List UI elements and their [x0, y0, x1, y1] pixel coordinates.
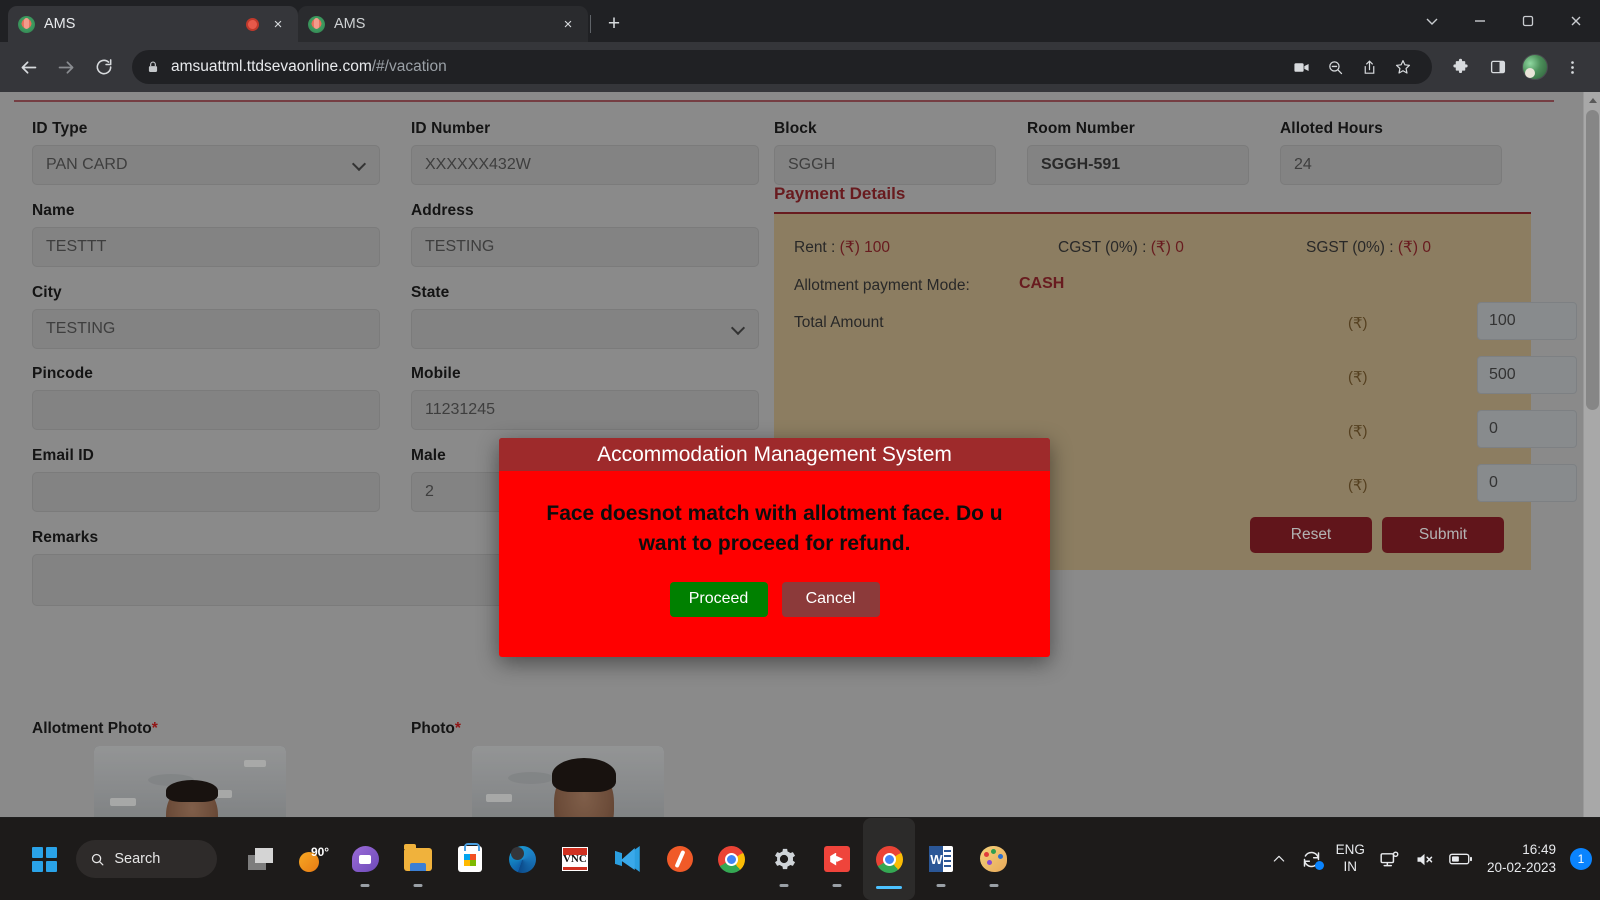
- ams-favicon: [18, 15, 35, 33]
- search-label: Search: [114, 851, 161, 867]
- tab-strip: AMS × AMS × +: [0, 0, 1600, 42]
- share-icon[interactable]: [1354, 52, 1384, 82]
- maximize-icon[interactable]: [1504, 0, 1552, 42]
- chrome-active-button[interactable]: [862, 818, 916, 900]
- url-path: /#/vacation: [371, 58, 447, 75]
- tab-close-icon[interactable]: ×: [268, 14, 288, 34]
- file-explorer-button[interactable]: [392, 818, 444, 900]
- system-tray: ENG IN 16:49 20-02-2023 1: [1271, 818, 1592, 900]
- dialog-actions: Proceed Cancel: [499, 581, 1050, 617]
- cancel-button[interactable]: Cancel: [781, 581, 880, 617]
- onedrive-sync-icon[interactable]: [1301, 849, 1324, 870]
- edge-icon: [509, 845, 537, 873]
- clock-date: 20-02-2023: [1486, 860, 1556, 875]
- opera-button[interactable]: [653, 818, 705, 900]
- edge-button[interactable]: [496, 818, 548, 900]
- tab-separator: [590, 15, 591, 33]
- tab-search-chevron-icon[interactable]: [1408, 0, 1456, 42]
- forward-icon[interactable]: [48, 49, 84, 85]
- opera-icon: [666, 846, 693, 872]
- browser-toolbar: amsuattml.ttdsevaonline.com/#/vacation: [0, 42, 1600, 92]
- close-icon[interactable]: [1552, 0, 1600, 42]
- language-line-1: ENG: [1335, 842, 1365, 858]
- zoom-out-icon[interactable]: [1320, 52, 1350, 82]
- weather-widget[interactable]: 90°: [287, 818, 339, 900]
- taskbar-items: Search 90° VNC: [0, 818, 1020, 900]
- browser-tab-2[interactable]: AMS ×: [298, 6, 588, 42]
- network-icon[interactable]: [1379, 849, 1400, 870]
- weather-icon: 90°: [299, 845, 330, 872]
- extensions-puzzle-icon[interactable]: [1442, 49, 1478, 85]
- bookmark-star-icon[interactable]: [1388, 52, 1418, 82]
- anydesk-icon: [823, 846, 850, 872]
- new-tab-button[interactable]: +: [599, 9, 629, 39]
- profile-avatar[interactable]: [1522, 54, 1548, 80]
- file-explorer-icon: [403, 843, 432, 871]
- paint-button[interactable]: [968, 818, 1020, 900]
- task-view-button[interactable]: [235, 818, 287, 900]
- window-controls: [1408, 0, 1600, 42]
- word-icon: [929, 846, 954, 872]
- language-line-2: IN: [1343, 859, 1358, 874]
- tab-recording-indicator-icon: [246, 17, 259, 31]
- task-view-icon: [247, 848, 274, 870]
- anydesk-button[interactable]: [811, 818, 863, 900]
- url-text: amsuattml.ttdsevaonline.com/#/vacation: [171, 58, 447, 76]
- reload-icon[interactable]: [86, 49, 122, 85]
- proceed-button[interactable]: Proceed: [669, 581, 768, 617]
- omnibox-actions: [1286, 52, 1418, 82]
- ams-favicon: [308, 15, 325, 33]
- tab-title: AMS: [334, 16, 366, 32]
- battery-icon[interactable]: [1449, 849, 1473, 869]
- vs-code-icon: [614, 846, 641, 872]
- language-indicator[interactable]: ENG IN: [1336, 842, 1365, 876]
- address-bar[interactable]: amsuattml.ttdsevaonline.com/#/vacation: [132, 50, 1432, 84]
- minimize-icon[interactable]: [1456, 0, 1504, 42]
- padlock-icon: [146, 60, 160, 74]
- clock[interactable]: 16:49 20-02-2023: [1487, 841, 1556, 877]
- back-icon[interactable]: [10, 49, 46, 85]
- store-button[interactable]: [444, 818, 496, 900]
- windows-taskbar: Search 90° VNC W ENG IN 16:49 20-02-2023…: [0, 818, 1600, 900]
- tab-close-icon[interactable]: ×: [558, 14, 578, 34]
- tab-title: AMS: [44, 16, 76, 32]
- word-button[interactable]: [915, 818, 967, 900]
- clock-time: 16:49: [1522, 841, 1556, 857]
- dialog-message: Face doesnot match with allotment face. …: [546, 502, 1003, 556]
- microsoft-store-icon: [458, 843, 483, 872]
- volume-muted-icon[interactable]: [1414, 849, 1435, 870]
- notification-badge[interactable]: 1: [1570, 848, 1592, 870]
- settings-button[interactable]: [758, 818, 810, 900]
- extension-icons: [1442, 49, 1590, 85]
- taskbar-search[interactable]: Search: [76, 840, 217, 878]
- browser-tab-1[interactable]: AMS ×: [8, 6, 298, 42]
- vnc-button[interactable]: VNC: [549, 818, 601, 900]
- chrome-active-icon: [875, 845, 903, 873]
- vscode-button[interactable]: [601, 818, 653, 900]
- vnc-viewer-icon: VNC: [561, 847, 588, 871]
- chrome-icon: [718, 845, 746, 873]
- page-viewport: ID Type PAN CARD ID Number XXXXXX432W Bl…: [0, 92, 1600, 817]
- side-panel-icon[interactable]: [1480, 49, 1516, 85]
- teams-icon: [351, 846, 379, 872]
- settings-icon: [771, 846, 798, 872]
- media-cast-icon[interactable]: [1286, 52, 1316, 82]
- paint-icon: [980, 846, 1008, 872]
- chrome-browser-window: AMS × AMS × + amsuattml.ttdsevaonline.co…: [0, 0, 1600, 900]
- weather-temp: 90°: [310, 845, 330, 859]
- chrome-button[interactable]: [706, 818, 758, 900]
- face-mismatch-dialog: Accommodation Management System Face doe…: [499, 438, 1050, 657]
- chrome-menu-icon[interactable]: [1554, 49, 1590, 85]
- url-domain: amsuattml.ttdsevaonline.com: [171, 58, 372, 75]
- dialog-title: Accommodation Management System: [499, 438, 1050, 471]
- search-icon: [90, 852, 105, 867]
- start-button[interactable]: [18, 818, 70, 900]
- show-hidden-icons-button[interactable]: [1271, 851, 1287, 867]
- teams-button[interactable]: [339, 818, 391, 900]
- windows-logo-icon: [31, 846, 57, 872]
